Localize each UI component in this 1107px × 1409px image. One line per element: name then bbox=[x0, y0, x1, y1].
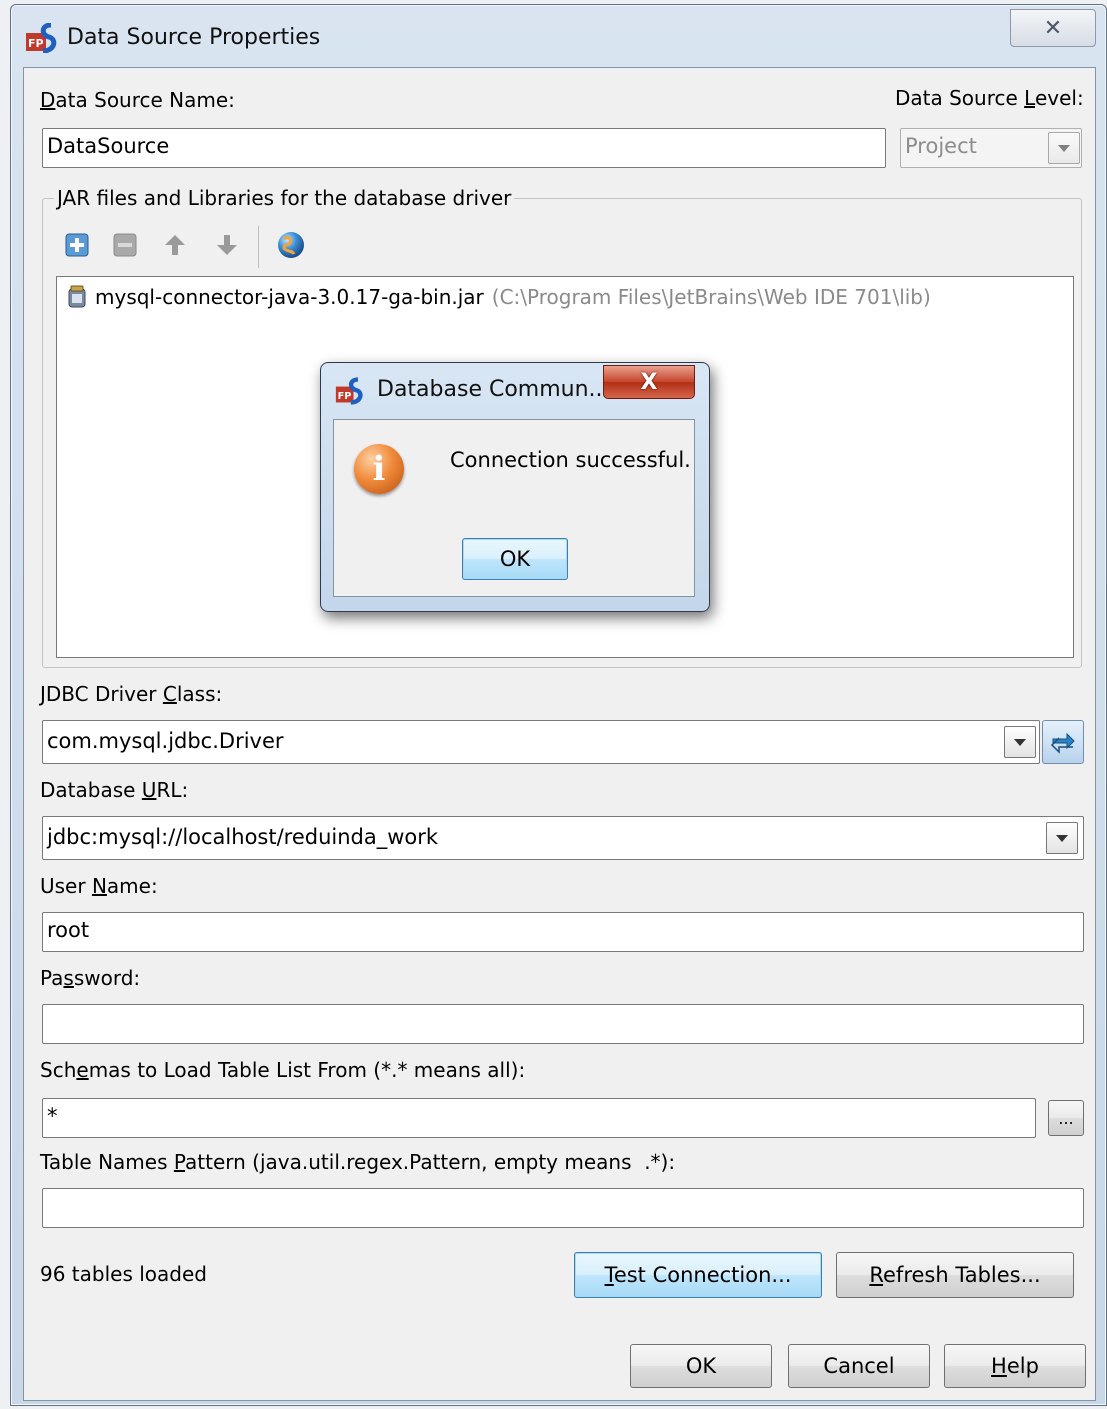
info-icon: i bbox=[354, 444, 404, 494]
app-icon: FP bbox=[26, 23, 57, 53]
data-source-properties-window: FP Data Source Properties ✕ Data Source … bbox=[10, 4, 1107, 1406]
help-label: Help bbox=[991, 1354, 1039, 1378]
database-url-dropdown-button[interactable] bbox=[1046, 822, 1078, 854]
database-url-value: jdbc:mysql://localhost/reduinda_work bbox=[47, 825, 439, 849]
datasource-level-dropdown-button[interactable] bbox=[1048, 132, 1080, 164]
password-input[interactable] bbox=[42, 1004, 1084, 1044]
move-down-button[interactable] bbox=[214, 232, 240, 258]
app-icon: FP bbox=[335, 377, 363, 405]
schemas-browse-button[interactable]: ... bbox=[1048, 1100, 1084, 1136]
datasource-name-label: Data Source Name: bbox=[40, 88, 235, 112]
jar-file-path: (C:\Program Files\JetBrains\Web IDE 701\… bbox=[491, 285, 931, 309]
tables-loaded-status: 96 tables loaded bbox=[40, 1262, 207, 1286]
remove-jar-button[interactable] bbox=[112, 232, 138, 258]
datasource-name-input[interactable]: DataSource bbox=[42, 128, 886, 168]
title-bar: FP Data Source Properties ✕ bbox=[11, 5, 1106, 65]
popup-title: Database Commun... bbox=[377, 377, 610, 402]
svg-text:FP: FP bbox=[338, 391, 352, 402]
close-icon: X bbox=[640, 369, 658, 395]
popup-ok-label: OK bbox=[499, 547, 531, 571]
remove-icon bbox=[113, 233, 137, 257]
driver-class-dropdown-button[interactable] bbox=[1004, 726, 1036, 758]
help-button[interactable]: Help bbox=[944, 1344, 1086, 1388]
popup-message: Connection successful. bbox=[450, 448, 691, 472]
driver-class-combobox[interactable]: com.mysql.jdbc.Driver bbox=[42, 720, 1040, 764]
jar-file-icon bbox=[68, 285, 86, 308]
schemas-label: Schemas to Load Table List From (*.* mea… bbox=[40, 1058, 526, 1082]
jar-files-group-title: JAR files and Libraries for the database… bbox=[54, 186, 515, 210]
refresh-tables-label: Refresh Tables... bbox=[869, 1263, 1041, 1287]
cancel-label: Cancel bbox=[823, 1354, 895, 1378]
ok-button[interactable]: OK bbox=[630, 1344, 772, 1388]
arrow-up-icon bbox=[165, 235, 185, 255]
connection-message-dialog: FP Database Commun... X i Connection suc… bbox=[320, 362, 710, 612]
popup-close-button[interactable]: X bbox=[603, 365, 695, 399]
popup-ok-button[interactable]: OK bbox=[462, 538, 568, 580]
refresh-tables-button[interactable]: Refresh Tables... bbox=[836, 1252, 1074, 1298]
window-title: Data Source Properties bbox=[67, 25, 321, 50]
list-item[interactable]: mysql-connector-java-3.0.17-ga-bin.jar (… bbox=[67, 285, 931, 309]
table-pattern-input[interactable] bbox=[42, 1188, 1084, 1228]
cancel-button[interactable]: Cancel bbox=[788, 1344, 930, 1388]
download-library-button[interactable] bbox=[276, 230, 306, 260]
refresh-icon bbox=[1050, 732, 1075, 754]
database-url-label: Database URL: bbox=[40, 778, 189, 802]
ok-label: OK bbox=[685, 1354, 717, 1378]
datasource-level-value: Project bbox=[905, 134, 977, 158]
window-close-button[interactable]: ✕ bbox=[1010, 9, 1096, 47]
password-label: Password: bbox=[40, 966, 141, 990]
add-jar-button[interactable] bbox=[64, 232, 90, 258]
schemas-input[interactable]: * bbox=[42, 1098, 1036, 1138]
dialog-body: Data Source Name: Data Source Level: Dat… bbox=[23, 67, 1096, 1401]
close-icon: ✕ bbox=[1043, 15, 1063, 41]
driver-class-label: JDBC Driver Class: bbox=[40, 682, 223, 706]
globe-icon bbox=[278, 232, 304, 258]
arrow-down-icon bbox=[217, 235, 237, 255]
popup-body: i Connection successful. OK bbox=[333, 419, 695, 597]
user-name-label: User Name: bbox=[40, 874, 158, 898]
test-connection-button[interactable]: Test Connection... bbox=[574, 1252, 822, 1298]
datasource-level-label: Data Source Level: bbox=[895, 86, 1084, 110]
svg-text:FP: FP bbox=[28, 37, 44, 50]
user-name-input[interactable]: root bbox=[42, 912, 1084, 952]
table-pattern-label: Table Names Pattern (java.util.regex.Pat… bbox=[40, 1150, 676, 1174]
refresh-driver-button[interactable] bbox=[1042, 720, 1084, 764]
toolbar-separator bbox=[258, 226, 259, 268]
test-connection-label: Test Connection... bbox=[604, 1263, 792, 1287]
move-up-button[interactable] bbox=[162, 232, 188, 258]
add-icon bbox=[65, 233, 89, 257]
driver-class-value: com.mysql.jdbc.Driver bbox=[47, 729, 284, 753]
database-url-combobox[interactable]: jdbc:mysql://localhost/reduinda_work bbox=[42, 816, 1084, 860]
jar-file-name: mysql-connector-java-3.0.17-ga-bin.jar bbox=[95, 285, 484, 309]
